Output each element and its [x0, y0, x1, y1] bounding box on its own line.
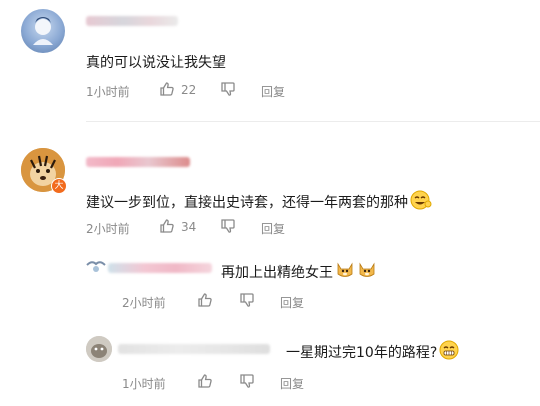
- like-icon[interactable]: [197, 292, 213, 308]
- avatar-icon: [86, 261, 106, 272]
- username-redacted: [86, 16, 178, 26]
- reply-avatar[interactable]: [86, 336, 112, 362]
- like-count: 34: [181, 220, 197, 234]
- like-icon[interactable]: [159, 218, 175, 234]
- dislike-icon[interactable]: [239, 373, 255, 389]
- timestamp: 1小时前: [122, 377, 166, 391]
- reply-avatar: [86, 259, 106, 275]
- username-redacted: [118, 344, 270, 354]
- avatar-icon: [86, 336, 112, 362]
- grinning-emoji-icon: [439, 340, 459, 364]
- reply-text: 一星期过完10年的路程?: [286, 340, 459, 364]
- comment-text: 真的可以说没让我失望: [86, 55, 226, 71]
- username-redacted: [108, 263, 212, 273]
- timestamp: 1小时前: [86, 85, 130, 99]
- timestamp: 2小时前: [86, 222, 130, 236]
- like-icon[interactable]: [197, 373, 213, 389]
- reply-button[interactable]: 回复: [280, 375, 304, 392]
- avatar[interactable]: [21, 9, 65, 53]
- dislike-icon[interactable]: [220, 218, 236, 234]
- timestamp: 2小时前: [122, 296, 166, 310]
- like-icon[interactable]: [159, 81, 175, 97]
- dislike-icon[interactable]: [220, 81, 236, 97]
- comment-text: 建议一步到位，直接出史诗套，还得一年两套的那种: [86, 190, 432, 214]
- verified-badge: 大: [51, 178, 67, 194]
- laughing-emoji-icon: [410, 190, 432, 214]
- dislike-icon[interactable]: [239, 292, 255, 308]
- reply-text: 再加上出精绝女王: [221, 260, 377, 284]
- reply-button[interactable]: 回复: [261, 220, 285, 237]
- reply-button[interactable]: 回复: [280, 294, 304, 311]
- divider: [86, 121, 540, 122]
- dog-emoji-icon: [335, 260, 355, 284]
- reply-button[interactable]: 回复: [261, 83, 285, 100]
- dog-emoji-icon: [357, 260, 377, 284]
- username-redacted: [86, 157, 190, 167]
- anime-character-icon: [33, 17, 53, 45]
- like-count: 22: [181, 83, 197, 97]
